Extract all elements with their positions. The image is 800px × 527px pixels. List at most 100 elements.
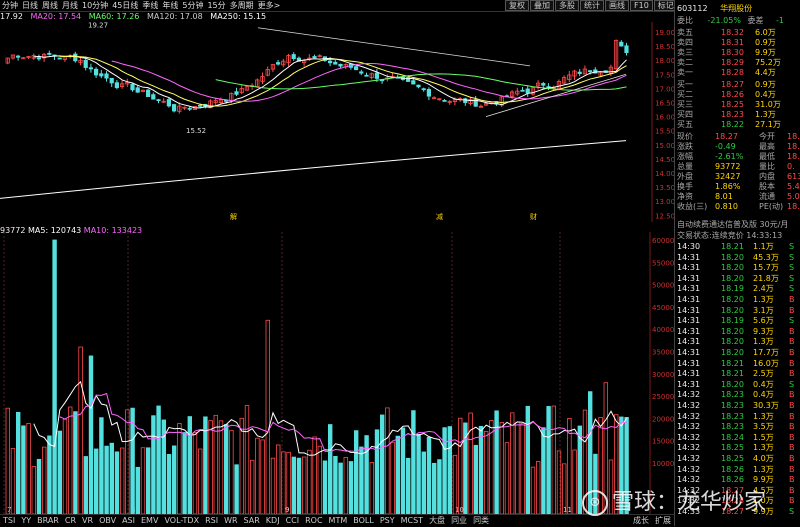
indicator-tab-21[interactable]: 同类 (470, 515, 492, 527)
indicator-tab-2[interactable]: BRAR (34, 515, 62, 527)
period-tab-7[interactable]: 年线 (160, 0, 180, 11)
indicator-tab-10[interactable]: WR (221, 515, 240, 527)
indicator-tab-7[interactable]: EMV (138, 515, 161, 527)
volume-bar (483, 431, 489, 514)
indicator-tab-19[interactable]: 大盘 (426, 515, 448, 527)
candle-body (36, 57, 42, 60)
indicator-tab-12[interactable]: KDJ (263, 515, 283, 527)
tool-button-4[interactable]: 画线 (605, 0, 629, 11)
indicator-tab-13[interactable]: CCI (283, 515, 303, 527)
indicator-tab-20[interactable]: 同业 (448, 515, 470, 527)
tick-side: B (789, 401, 795, 410)
tick-time: 14:32 (677, 422, 701, 432)
period-tab-8[interactable]: 5分钟 (180, 0, 205, 11)
tick-volume: 9.3万 (753, 326, 774, 336)
period-tab-9[interactable]: 15分 (205, 0, 227, 11)
candle-body (619, 41, 624, 47)
volume-bar (52, 239, 57, 514)
indicator-tab-9[interactable]: RSI (202, 515, 221, 527)
tool-button-3[interactable]: 统计 (580, 0, 604, 11)
candlestick-chart[interactable]: 19.00 18.50 18.00 17.50 17.00 16.50 16.00 15.50… (0, 22, 674, 222)
tick-price: 18.20 (721, 326, 744, 336)
bid-label: 买四 (677, 110, 693, 119)
volume-bar (166, 454, 172, 514)
tick-side: B (789, 496, 795, 506)
tick-time: 14:31 (677, 379, 701, 389)
stock-code: 603112 (677, 4, 708, 13)
tool-button-5[interactable]: F10 (630, 0, 653, 11)
volume-bar (489, 420, 494, 514)
indicator-tab-1[interactable]: YY (18, 515, 34, 527)
indicator-tab-18[interactable]: MCST (398, 515, 426, 527)
volume-bar (520, 422, 525, 514)
indicator-tab-8[interactable]: VOL-TDX (161, 515, 202, 527)
tool-button-2[interactable]: 多股 (555, 0, 579, 11)
indicator-tab-17[interactable]: PSY (377, 515, 398, 527)
indicator-tab-11[interactable]: SAR (241, 515, 263, 527)
promo-banner[interactable]: 自动续费通达信普及版 30元/月 (677, 220, 800, 230)
volume-bar (31, 466, 36, 514)
indicator-tab-4[interactable]: VR (79, 515, 96, 527)
period-tab-2[interactable]: 周线 (40, 0, 60, 11)
volume-bar (546, 406, 551, 514)
tick-row: 14:31 18.20 45.3万 S (677, 253, 800, 263)
quote-row: 现价 18.27 今开 18. (677, 132, 800, 142)
volume-bar (499, 422, 504, 514)
bid-price: 18.22 (721, 120, 744, 129)
volume-bar (15, 411, 21, 514)
tick-side: B (789, 305, 795, 315)
volume-chart[interactable]: 60000 55000 50000 45000 40000 35000 30000 25000… (0, 232, 674, 514)
period-tab-3[interactable]: 月线 (60, 0, 80, 11)
candle-body (624, 45, 629, 53)
tick-side: B (789, 485, 795, 495)
candle-body (291, 54, 296, 59)
tick-time: 14:32 (677, 411, 701, 421)
period-tab-5[interactable]: 45日线 (110, 0, 140, 11)
tick-time: 14:31 (677, 326, 701, 336)
trade-status: 交易状态:连续竞价 14:33:13 (677, 231, 783, 240)
indicator-tab-14[interactable]: ROC (302, 515, 325, 527)
ma10-value: 17.92 (0, 12, 23, 21)
period-tab-0[interactable]: 分钟 (0, 0, 20, 11)
bid-volume: 0.4万 (755, 90, 776, 99)
quote-label2: 最高 (759, 142, 775, 151)
period-tab-4[interactable]: 10分钟 (80, 0, 110, 11)
tick-price: 18.20 (721, 379, 744, 389)
indicator-tab-16[interactable]: BOLL (350, 515, 377, 527)
indicator-tab-15[interactable]: MTM (326, 515, 351, 527)
bid-volume: 1.3万 (755, 110, 776, 119)
ask-volume: 6.0万 (755, 28, 776, 37)
indicator-tab-0[interactable]: TSI (0, 515, 18, 527)
tick-time: 14:32 (677, 464, 701, 474)
candle-body (73, 53, 78, 62)
tick-side: B (789, 432, 795, 442)
period-tab-1[interactable]: 日线 (20, 0, 40, 11)
period-tab-10[interactable]: 多周期 (228, 0, 256, 11)
candle-body (411, 80, 416, 85)
tick-row: 14:32 18.24 1.5万 B (677, 433, 800, 443)
bid-label: 买三 (677, 100, 693, 109)
candle-body (99, 73, 104, 77)
volume-bar (374, 429, 380, 514)
bottom-right-tab-0[interactable]: 扩展 (652, 515, 674, 527)
candle-body (541, 83, 546, 86)
volume-bar (390, 441, 395, 514)
tick-side: B (789, 464, 795, 474)
ask-row: 卖三 18.30 9.9万 (677, 48, 800, 58)
volume-bar (10, 448, 16, 514)
indicator-tab-6[interactable]: ASI (119, 515, 138, 527)
bid-row: 买三 18.25 31.0万 (677, 100, 800, 110)
period-tab-6[interactable]: 季线 (140, 0, 160, 11)
ratio-label2: 委差 (747, 16, 764, 25)
indicator-tab-5[interactable]: OBV (96, 515, 119, 527)
period-tab-11[interactable]: 更多> (256, 0, 283, 11)
volume-bar (104, 445, 109, 514)
tool-button-0[interactable]: 复权 (505, 0, 529, 11)
tick-time: 14:32 (677, 454, 701, 463)
indicator-tab-3[interactable]: CR (62, 515, 79, 527)
tool-button-1[interactable]: 叠加 (530, 0, 554, 11)
quote-value2: 18. (787, 132, 800, 141)
tick-row: 14:32 18.23 30.3万 B (677, 401, 800, 411)
volume-bar (322, 460, 328, 514)
bottom-right-tab-1[interactable]: 成长 (630, 515, 652, 527)
